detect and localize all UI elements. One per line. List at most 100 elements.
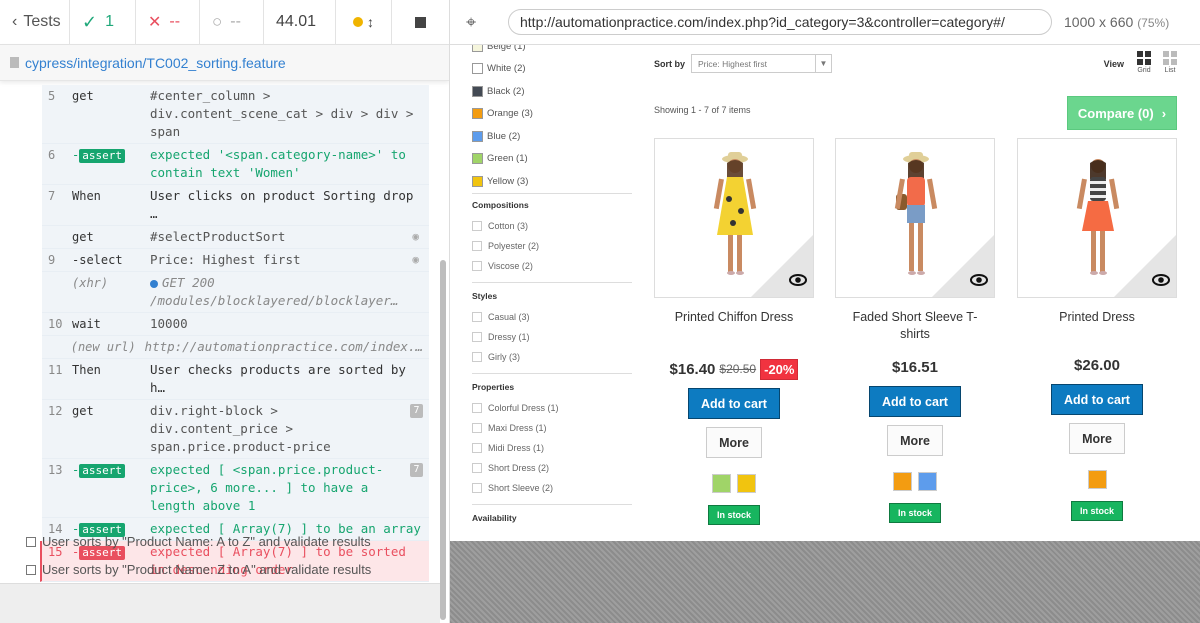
filter-checkbox-item[interactable]: Cotton (3) [472, 216, 632, 236]
aut-iframe: Beige (1) White (2) Black (2) Orange (3) Blu… [450, 45, 1200, 541]
filter-checkbox-item[interactable]: Dressy (1) [472, 327, 632, 347]
command-row[interactable]: 9 -select Price: Highest first ◉ [42, 249, 429, 272]
availability-badge: In stock [708, 505, 760, 525]
color-option-swatch[interactable] [918, 472, 937, 491]
test-item[interactable]: User sorts by "Product Name: A to Z" and… [26, 534, 371, 549]
filter-checkbox-item[interactable]: Viscose (2) [472, 256, 632, 276]
color-filter-item[interactable]: White (2) [472, 58, 632, 81]
more-button[interactable]: More [1069, 423, 1125, 454]
auto-scroll-toggle[interactable]: ↕ [336, 0, 392, 45]
color-swatch [472, 175, 483, 187]
checkbox[interactable] [472, 352, 482, 362]
url-bar[interactable]: http://automationpractice.com/index.php?… [508, 9, 1052, 35]
color-option-swatch[interactable] [712, 474, 731, 493]
add-to-cart-button[interactable]: Add to cart [1051, 384, 1143, 415]
checkbox[interactable] [472, 443, 482, 453]
command-name: -select [72, 253, 123, 267]
product-name-link[interactable]: Printed Dress [1017, 309, 1177, 349]
command-row[interactable]: 7 When User clicks on product Sorting drop… [42, 185, 429, 226]
color-option-swatch[interactable] [737, 474, 756, 493]
product-image[interactable] [1017, 138, 1177, 298]
color-filter-item[interactable]: Green (1) [472, 148, 632, 171]
color-option-swatch[interactable] [1087, 470, 1107, 489]
checkbox[interactable] [472, 423, 482, 433]
spec-path-link[interactable]: cypress/integration/TC002_sorting.featur… [25, 55, 286, 71]
stop-button[interactable] [392, 0, 448, 45]
product-name-link[interactable]: Faded Short Sleeve T-shirts [835, 309, 995, 349]
list-label: List [1164, 67, 1176, 74]
product-card: Faded Short Sleeve T-shirts $16.51 Add to … [835, 138, 995, 523]
command-row[interactable]: (new url) http://automationpractice.com/i… [42, 336, 429, 359]
command-row[interactable]: 6- assert expected '<span.category-name>' … [42, 144, 429, 185]
command-message: Price: Highest first [150, 251, 412, 269]
checkbox[interactable] [472, 403, 482, 413]
color-filter-item[interactable]: Yellow (3) [472, 170, 632, 187]
viewport-info: 1000 x 660 (75%) [1064, 14, 1169, 30]
sort-select[interactable]: Price: Highest first ▼ [691, 54, 833, 73]
color-filter-item[interactable]: Black (2) [472, 80, 632, 103]
filter-label: Maxi Dress (1) [488, 423, 547, 433]
product-image[interactable] [654, 138, 814, 298]
command-row[interactable]: 12 get div.right-block > div.content_price… [42, 400, 429, 459]
filter-divider [472, 373, 632, 374]
filter-checkbox-item[interactable]: Midi Dress (1) [472, 438, 632, 458]
product-name-link[interactable]: Printed Chiffon Dress [654, 309, 814, 349]
color-filter-item[interactable]: Blue (2) [472, 125, 632, 148]
checkbox[interactable] [472, 463, 482, 473]
quick-view-eye-icon[interactable] [970, 273, 988, 289]
command-row[interactable]: 10 wait 10000 [42, 313, 429, 336]
tests-toggle-button[interactable]: ‹ Tests [0, 0, 70, 45]
color-filter-item[interactable]: Orange (3) [472, 103, 632, 126]
reporter-scrollbar[interactable] [440, 260, 446, 620]
more-button[interactable]: More [887, 425, 943, 456]
filter-checkbox-item[interactable]: Short Dress (2) [472, 458, 632, 478]
grid-view-button[interactable]: Grid [1134, 51, 1154, 74]
command-row[interactable]: 11 Then User checks products are sorted by… [42, 359, 429, 400]
command-text: Price: Highest first [150, 252, 301, 267]
command-message: #selectProductSort [150, 228, 412, 246]
product-price-row: $16.51 [835, 356, 995, 378]
filter-section-title: Availability [472, 513, 517, 523]
quick-view-eye-icon[interactable] [789, 273, 807, 289]
checkbox[interactable] [472, 332, 482, 342]
command-row[interactable]: 13- assert expected [ <span.price.product-… [42, 459, 429, 518]
in-stock-label: In stock [716, 510, 751, 520]
more-label: More [900, 433, 930, 448]
command-text: User checks products are sorted by h… [150, 362, 406, 395]
spec-path-bar[interactable]: cypress/integration/TC002_sorting.featur… [0, 45, 449, 81]
filter-checkbox-item[interactable]: Colorful Dress (1) [472, 398, 632, 418]
command-row[interactable]: get #selectProductSort ◉ [42, 226, 429, 249]
checkbox[interactable] [472, 483, 482, 493]
command-row[interactable]: 5 get #center_column > div.content_scene_c… [42, 85, 429, 144]
color-filter-item[interactable]: Beige (1) [472, 45, 632, 58]
selector-playground-crosshair-icon[interactable]: ⌖ [466, 12, 496, 33]
color-swatch [472, 130, 483, 142]
command-indent: - [72, 463, 80, 477]
filter-checkbox-item[interactable]: Polyester (2) [472, 236, 632, 256]
test-status-box-icon [26, 564, 36, 575]
command-message: User clicks on product Sorting drop … [150, 187, 429, 223]
checkbox[interactable] [472, 261, 482, 271]
checkbox[interactable] [472, 221, 482, 231]
filter-checkbox-item[interactable]: Casual (3) [472, 307, 632, 327]
add-to-cart-button[interactable]: Add to cart [688, 388, 780, 419]
command-row[interactable]: (xhr) GET 200 /modules/blocklayered/block… [42, 272, 429, 313]
add-to-cart-button[interactable]: Add to cart [869, 386, 961, 417]
filter-checkbox-item[interactable]: Maxi Dress (1) [472, 418, 632, 438]
command-number: 7 [48, 189, 56, 203]
product-image[interactable] [835, 138, 995, 298]
list-view-button[interactable]: List [1160, 51, 1180, 74]
color-option-swatch[interactable] [893, 472, 912, 491]
filter-label: Cotton (3) [488, 221, 529, 231]
checkbox[interactable] [472, 241, 482, 251]
checkbox[interactable] [472, 312, 482, 322]
compare-button[interactable]: Compare (0) › [1067, 96, 1177, 130]
command-name: (xhr) [72, 276, 109, 290]
test-item[interactable]: User sorts by "Product Name: Z to A" and… [26, 562, 371, 577]
filter-checkbox-item[interactable]: Girly (3) [472, 347, 632, 367]
filter-checkbox-item[interactable]: Short Sleeve (2) [472, 478, 632, 498]
command-name: wait [72, 317, 101, 331]
quick-view-eye-icon[interactable] [1152, 273, 1170, 289]
sort-select-value: Price: Highest first [698, 58, 767, 69]
more-button[interactable]: More [706, 427, 762, 458]
